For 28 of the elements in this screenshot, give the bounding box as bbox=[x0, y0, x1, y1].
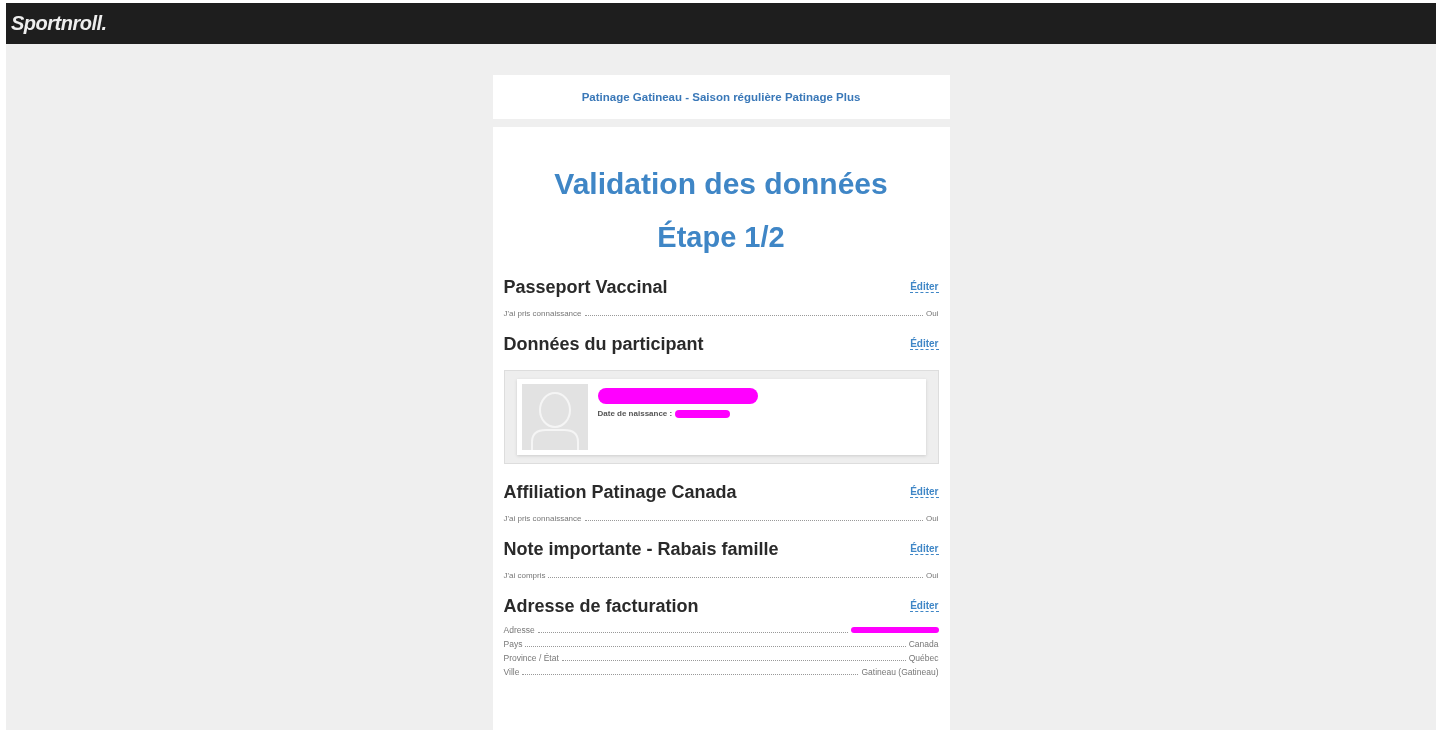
edit-link[interactable]: Éditer bbox=[910, 486, 939, 498]
field-label: J'ai pris connaissance bbox=[503, 514, 582, 523]
field-label: Adresse bbox=[503, 625, 535, 635]
brand-logo[interactable]: Sportnroll. bbox=[11, 12, 107, 35]
birth-date-label: Date de naissance : bbox=[597, 409, 673, 418]
edit-link[interactable]: Éditer bbox=[910, 338, 939, 350]
field-label: Province / État bbox=[503, 653, 559, 663]
edit-link[interactable]: Éditer bbox=[910, 281, 939, 293]
page-heading: Validation des données bbox=[553, 167, 889, 201]
field-value: Canada bbox=[908, 639, 939, 649]
section-title: Affiliation Patinage Canada bbox=[503, 481, 737, 503]
edit-link[interactable]: Éditer bbox=[910, 543, 939, 555]
field-label: J'ai pris connaissance bbox=[503, 309, 582, 318]
section-title: Adresse de facturation bbox=[503, 595, 699, 617]
section-title: Note importante - Rabais famille bbox=[503, 538, 779, 560]
field-label: Ville bbox=[503, 667, 520, 677]
field-value: Oui bbox=[926, 571, 939, 580]
field-value: Oui bbox=[926, 514, 939, 523]
event-title: Patinage Gatineau - Saison régulière Patinage Plus bbox=[581, 91, 861, 103]
section-title: Passeport Vaccinal bbox=[503, 276, 668, 298]
field-value: Gatineau (Gatineau) bbox=[861, 667, 939, 677]
step-indicator: Étape 1/2 bbox=[656, 221, 786, 254]
field-label: J'ai compris bbox=[503, 571, 546, 580]
field-label: Pays bbox=[503, 639, 523, 649]
section-title: Données du participant bbox=[503, 333, 704, 355]
field-value: Québec bbox=[908, 653, 939, 663]
edit-link[interactable]: Éditer bbox=[910, 600, 939, 612]
field-value: Oui bbox=[926, 309, 939, 318]
